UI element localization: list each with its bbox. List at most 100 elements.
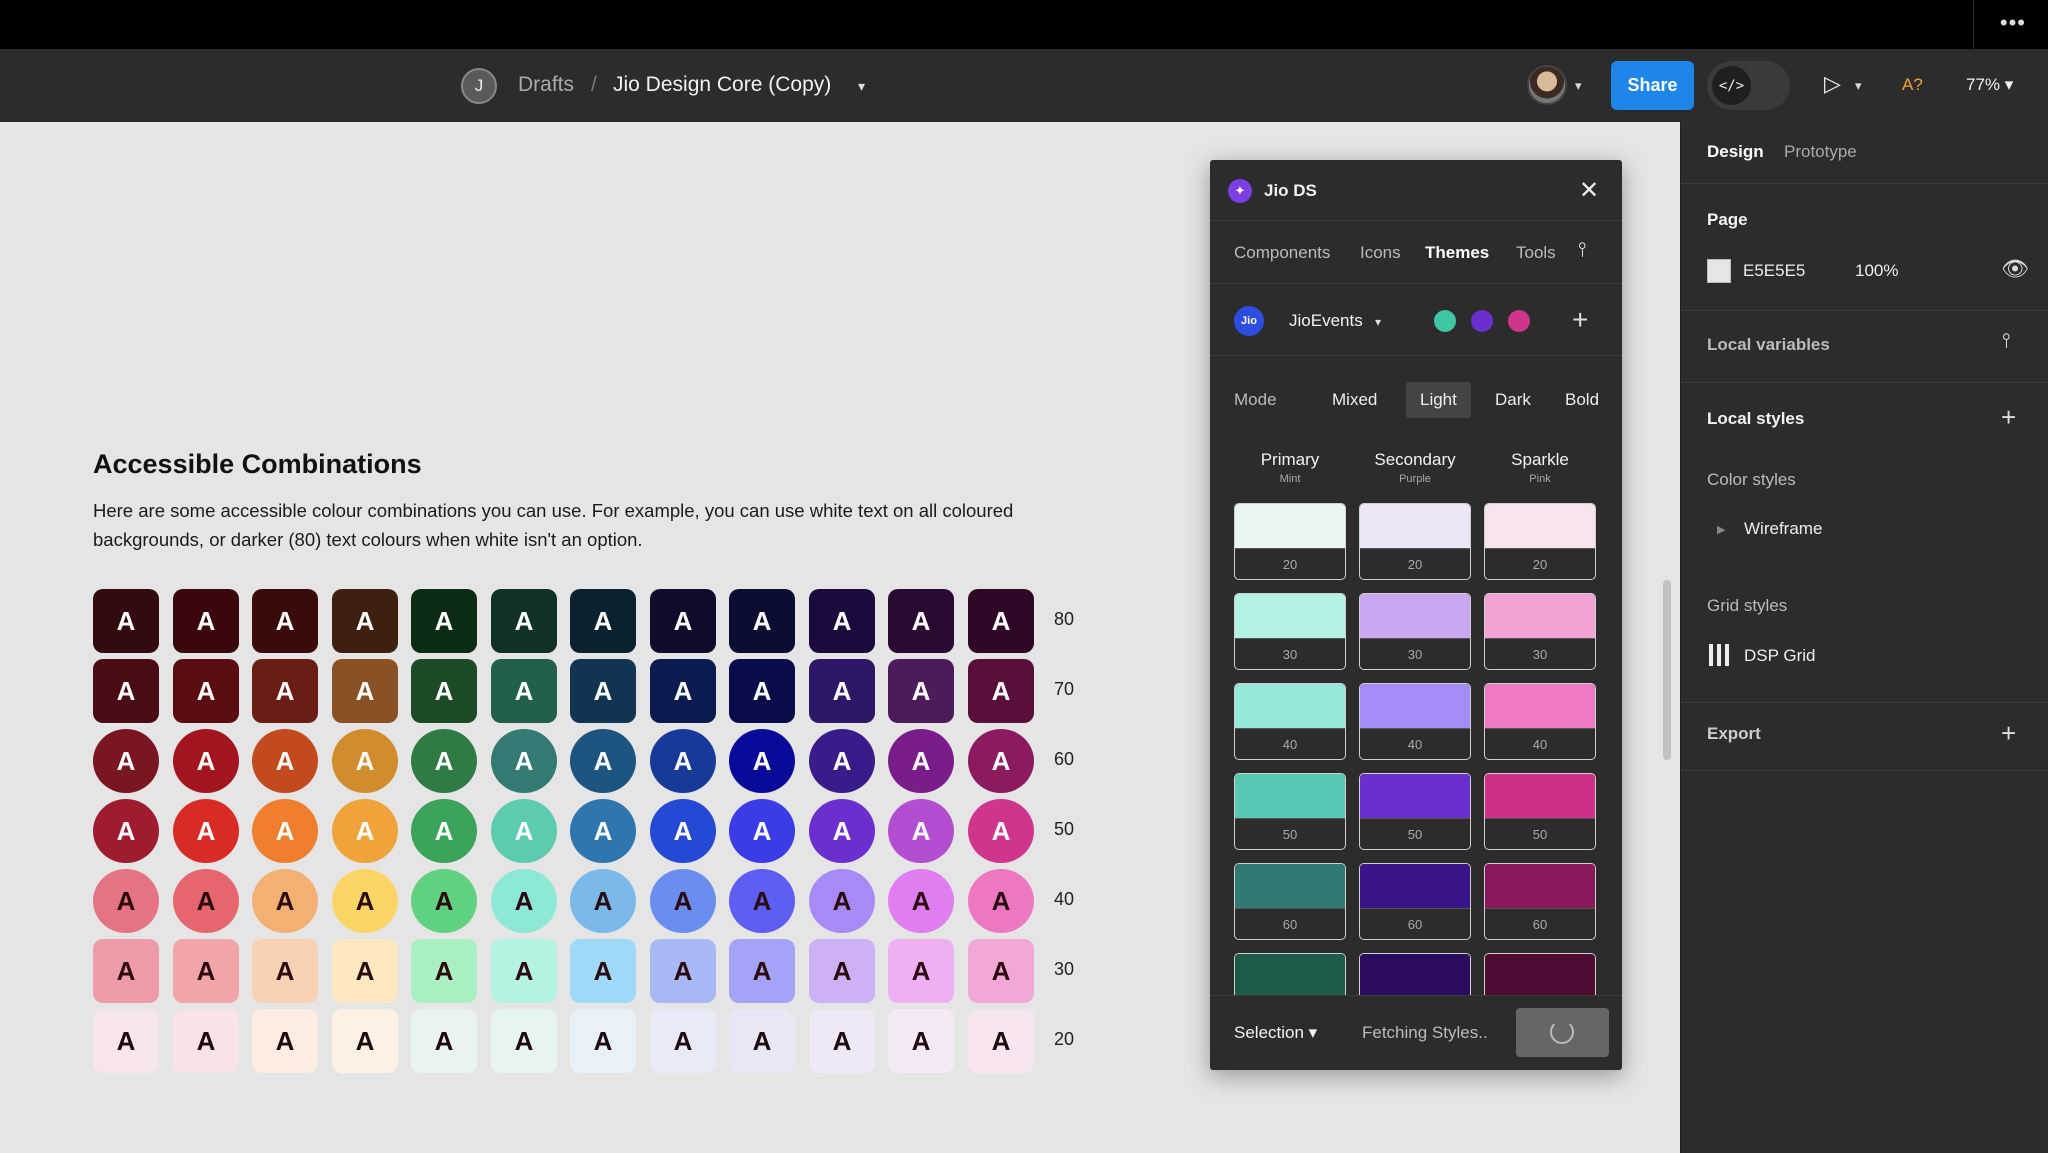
theme-swatch-60-2[interactable]: 60: [1359, 863, 1471, 940]
brand-selector-row: Jio JioEvents ▾ +: [1210, 284, 1622, 356]
color-swatch-80-3: A: [252, 589, 318, 653]
color-swatch-60-3: A: [252, 729, 318, 793]
color-swatch-40-9: A: [729, 869, 795, 933]
column-sparkle-name: Sparkle: [1511, 450, 1569, 469]
swatch-fill: [1485, 864, 1595, 908]
dev-mode-toggle[interactable]: </>: [1707, 61, 1790, 110]
color-swatch-40-10: A: [809, 869, 875, 933]
theme-swatch-40-2[interactable]: 40: [1359, 683, 1471, 760]
page-opacity-value[interactable]: 100%: [1855, 261, 1898, 281]
os-title-bar: •••: [0, 0, 2048, 49]
mode-light[interactable]: Light: [1406, 382, 1471, 418]
visibility-eye-icon[interactable]: 👁: [2001, 256, 2029, 282]
tab-design[interactable]: Design: [1707, 142, 1764, 162]
zoom-menu[interactable]: 77% ▾: [1966, 75, 2013, 95]
tab-prototype[interactable]: Prototype: [1784, 142, 1857, 162]
file-menu-chevron-icon[interactable]: ▾: [858, 78, 865, 95]
add-style-plus-icon[interactable]: +: [2001, 402, 2016, 433]
divider: [1681, 770, 2048, 771]
row-level-label: 20: [1054, 1029, 1075, 1049]
grid-style-dsp-grid[interactable]: DSP Grid: [1744, 646, 1816, 666]
present-chevron-down-icon[interactable]: ▾: [1855, 78, 1862, 94]
color-swatch-80-12: A: [968, 589, 1034, 653]
user-avatar[interactable]: [1527, 65, 1567, 105]
theme-swatch-50-3[interactable]: 50: [1484, 773, 1596, 850]
color-swatch-40-8: A: [650, 869, 716, 933]
wireframe-expand-caret-icon[interactable]: ▶: [1717, 523, 1725, 536]
mode-dark[interactable]: Dark: [1481, 382, 1545, 418]
divider: [1681, 310, 2048, 311]
present-play-icon[interactable]: ▷: [1824, 71, 1841, 97]
theme-swatch-30-2[interactable]: 30: [1359, 593, 1471, 670]
row-level-label: 30: [1054, 959, 1075, 979]
jio-logo: Jio: [1234, 306, 1264, 336]
variables-sliders-icon[interactable]: ⫯: [2002, 330, 2011, 353]
more-options-icon[interactable]: •••: [2000, 10, 2026, 36]
theme-swatch-20-2[interactable]: 20: [1359, 503, 1471, 580]
swatch-fill: [1235, 504, 1345, 548]
color-swatch-30-12: A: [968, 939, 1034, 1003]
swatch-fill: [1360, 864, 1470, 908]
swatch-level-label: 20: [1360, 548, 1470, 579]
theme-swatch-40-1[interactable]: 40: [1234, 683, 1346, 760]
theme-swatch-50-1[interactable]: 50: [1234, 773, 1346, 850]
theme-swatch-30-1[interactable]: 30: [1234, 593, 1346, 670]
brand-color-sparkle: [1508, 310, 1530, 332]
color-swatch-60-7: A: [570, 729, 636, 793]
add-export-plus-icon[interactable]: +: [2001, 718, 2016, 749]
canvas-scrollbar[interactable]: [1663, 580, 1671, 760]
swatch-fill: [1235, 864, 1345, 908]
theme-swatch-40-3[interactable]: 40: [1484, 683, 1596, 760]
brand-chevron-down-icon[interactable]: ▾: [1375, 315, 1381, 329]
style-group-wireframe[interactable]: Wireframe: [1744, 519, 1822, 539]
theme-swatch-60-3[interactable]: 60: [1484, 863, 1596, 940]
fetch-status: Fetching Styles..: [1362, 1023, 1488, 1042]
tab-icons[interactable]: Icons: [1360, 243, 1401, 263]
theme-swatch-60-1[interactable]: 60: [1234, 863, 1346, 940]
color-swatch-40-5: A: [411, 869, 477, 933]
local-variables-title[interactable]: Local variables: [1707, 335, 1830, 355]
tab-components[interactable]: Components: [1234, 243, 1330, 263]
color-swatch-60-5: A: [411, 729, 477, 793]
swatch-level-label: 40: [1485, 728, 1595, 759]
color-swatch-40-12: A: [968, 869, 1034, 933]
page-color-value[interactable]: E5E5E5: [1743, 261, 1805, 281]
color-swatch-20-4: A: [332, 1009, 398, 1073]
mode-mixed[interactable]: Mixed: [1318, 382, 1391, 418]
file-name[interactable]: Jio Design Core (Copy): [613, 73, 831, 97]
team-avatar[interactable]: J: [461, 68, 497, 104]
tab-tools[interactable]: Tools: [1516, 243, 1556, 263]
color-swatch-20-10: A: [809, 1009, 875, 1073]
color-swatch-30-10: A: [809, 939, 875, 1003]
swatch-fill: [1485, 954, 1595, 998]
add-brand-plus-icon[interactable]: +: [1572, 304, 1588, 336]
color-swatch-60-11: A: [888, 729, 954, 793]
avatar-chevron-down-icon[interactable]: ▾: [1575, 78, 1582, 94]
properties-panel: Design Prototype Page E5E5E5 100% 👁 Loca…: [1680, 122, 2048, 1153]
title-bar-divider: [1973, 0, 1974, 49]
close-icon[interactable]: ✕: [1579, 176, 1599, 205]
color-swatch-30-3: A: [252, 939, 318, 1003]
breadcrumb-drafts[interactable]: Drafts: [518, 73, 574, 97]
loading-button[interactable]: [1516, 1008, 1609, 1057]
color-swatch-40-11: A: [888, 869, 954, 933]
accessibility-check-button[interactable]: A?: [1902, 75, 1923, 95]
theme-swatch-50-2[interactable]: 50: [1359, 773, 1471, 850]
color-swatch-70-5: A: [411, 659, 477, 723]
brand-dropdown[interactable]: JioEvents: [1289, 311, 1363, 331]
theme-swatch-30-3[interactable]: 30: [1484, 593, 1596, 670]
tab-themes[interactable]: Themes: [1425, 243, 1489, 263]
column-primary: Primary Mint: [1234, 450, 1346, 485]
mode-bold[interactable]: Bold: [1551, 382, 1613, 418]
settings-sliders-icon[interactable]: ⫯: [1578, 239, 1587, 262]
selection-dropdown[interactable]: Selection ▾: [1234, 1023, 1317, 1043]
theme-swatch-20-1[interactable]: 20: [1234, 503, 1346, 580]
grid-style-icon: [1709, 644, 1731, 666]
divider: [1681, 382, 2048, 383]
theme-swatch-20-3[interactable]: 20: [1484, 503, 1596, 580]
page-color-swatch[interactable]: [1707, 259, 1731, 283]
column-sparkle-sub: Pink: [1529, 473, 1551, 485]
color-swatch-70-3: A: [252, 659, 318, 723]
color-swatch-50-11: A: [888, 799, 954, 863]
share-button[interactable]: Share: [1611, 61, 1694, 110]
